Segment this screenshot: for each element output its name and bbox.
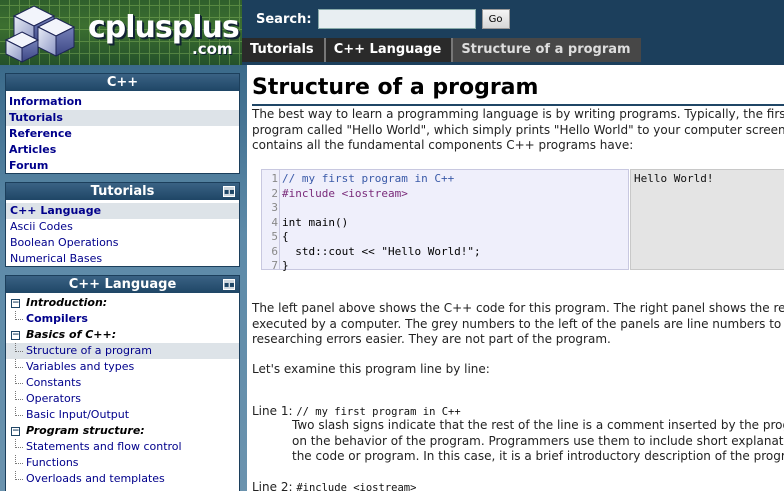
tree-branch-icon [15, 375, 23, 384]
cubes-logo-icon [4, 5, 76, 63]
tree-item-operators[interactable]: Operators [6, 391, 239, 407]
tree-branch-icon [15, 391, 23, 400]
output-text: Hello World! [634, 172, 714, 185]
cpp-nav-title: C++ [6, 74, 239, 91]
line-numbers: 1 2 3 4 5 6 7 [271, 172, 278, 272]
tutorials-nav-title: Tutorials ▪▪ [6, 183, 239, 200]
sidebar-item-information[interactable]: Information [6, 94, 239, 110]
sidebar-item-numerical-bases[interactable]: Numerical Bases [6, 251, 239, 267]
tree-branch-icon [15, 471, 23, 480]
cpp-nav-box: C++ Information Tutorials Reference Arti… [5, 73, 240, 174]
code-panel[interactable]: 1 2 3 4 5 6 7 // my first program in C++… [261, 169, 629, 272]
language-nav-title: C++ Language ▪▪ [6, 276, 239, 293]
collapse-minus-icon[interactable]: − [11, 427, 20, 436]
tree-section-program-structure[interactable]: − Program structure: [6, 423, 239, 439]
search-bar: Search: Go [256, 8, 510, 30]
tree-item-statements-and-flow-control[interactable]: Statements and flow control [6, 439, 239, 455]
code-line-1: // my first program in C++ [282, 172, 455, 185]
tree-item-compilers[interactable]: Compilers [6, 311, 239, 327]
tree-section-basics[interactable]: − Basics of C++: [6, 327, 239, 343]
sidebar: C++ Information Tutorials Reference Arti… [0, 65, 247, 491]
collapse-icon[interactable]: ▪▪ [223, 186, 235, 197]
line1-explanation: Two slash signs indicate that the rest o… [292, 418, 784, 463]
tree-section-introduction[interactable]: − Introduction: [6, 295, 239, 311]
site-logo[interactable]: cplusplus .com [0, 0, 242, 65]
tree-branch-icon [15, 343, 23, 352]
tree-branch-icon [15, 455, 23, 464]
page-title: Structure of a program [252, 75, 539, 100]
collapse-minus-icon[interactable]: − [11, 299, 20, 308]
sidebar-item-reference[interactable]: Reference [6, 126, 239, 142]
title-divider [252, 104, 784, 106]
tutorials-nav-box: Tutorials ▪▪ C++ Language Ascii Codes Bo… [5, 182, 240, 267]
sidebar-item-cpp-language[interactable]: C++ Language [6, 203, 239, 219]
line1-code: // my first program in C++ [296, 406, 461, 418]
breadcrumb-tutorials[interactable]: Tutorials [242, 38, 326, 62]
main-content: Structure of a program The best way to l… [247, 65, 784, 491]
tree-branch-icon [15, 407, 23, 416]
tree-branch-icon [15, 359, 23, 368]
collapse-icon[interactable]: ▪▪ [223, 279, 235, 290]
code-line-4: int main() [282, 215, 349, 229]
sidebar-item-articles[interactable]: Articles [6, 142, 239, 158]
tree-item-constants[interactable]: Constants [6, 375, 239, 391]
explain-paragraph: The left panel above shows the C++ code … [252, 301, 784, 346]
intro-paragraph: The best way to learn a programming lang… [252, 107, 784, 152]
search-go-button[interactable]: Go [481, 9, 510, 29]
code-line-2: #include <iostream> [282, 186, 408, 200]
line1-heading: Line 1: // my first program in C++ [252, 404, 461, 418]
language-nav-box: C++ Language ▪▪ − Introduction: Compilers… [5, 275, 240, 491]
line2-code: #include <iostream> [296, 482, 417, 491]
tree-item-functions[interactable]: Functions [6, 455, 239, 471]
breadcrumb-current-page: Structure of a program [453, 38, 641, 62]
search-input[interactable] [317, 9, 476, 29]
examine-paragraph: Let's examine this program line by line: [252, 362, 490, 376]
search-label: Search: [256, 11, 312, 27]
site-header: cplusplus .com Search: Go Tutorials C++ … [0, 0, 784, 65]
sidebar-item-tutorials[interactable]: Tutorials [6, 110, 239, 126]
breadcrumb-cpp-language[interactable]: C++ Language [325, 38, 454, 62]
tree-item-variables-and-types[interactable]: Variables and types [6, 359, 239, 375]
breadcrumb: Tutorials C++ Language Structure of a pr… [242, 38, 641, 62]
output-panel: Hello World! [630, 169, 784, 270]
logo-tld: .com [192, 40, 233, 58]
tree-item-structure-of-a-program[interactable]: Structure of a program [6, 343, 239, 359]
code-listing[interactable]: // my first program in C++ #include <ios… [279, 170, 481, 272]
sidebar-item-forum[interactable]: Forum [6, 158, 239, 174]
collapse-minus-icon[interactable]: − [11, 331, 20, 340]
code-line-7: } [282, 259, 289, 272]
tree-item-overloads-and-templates[interactable]: Overloads and templates [6, 471, 239, 487]
tree-branch-icon [15, 311, 23, 320]
sidebar-item-boolean-operations[interactable]: Boolean Operations [6, 235, 239, 251]
code-line-5: { [282, 230, 289, 243]
tree-item-basic-input-output[interactable]: Basic Input/Output [6, 407, 239, 423]
code-line-6: std::cout << "Hello World!"; [282, 244, 481, 258]
line2-heading: Line 2: #include <iostream> [252, 480, 416, 491]
sidebar-item-ascii-codes[interactable]: Ascii Codes [6, 219, 239, 235]
tree-branch-icon [15, 439, 23, 448]
